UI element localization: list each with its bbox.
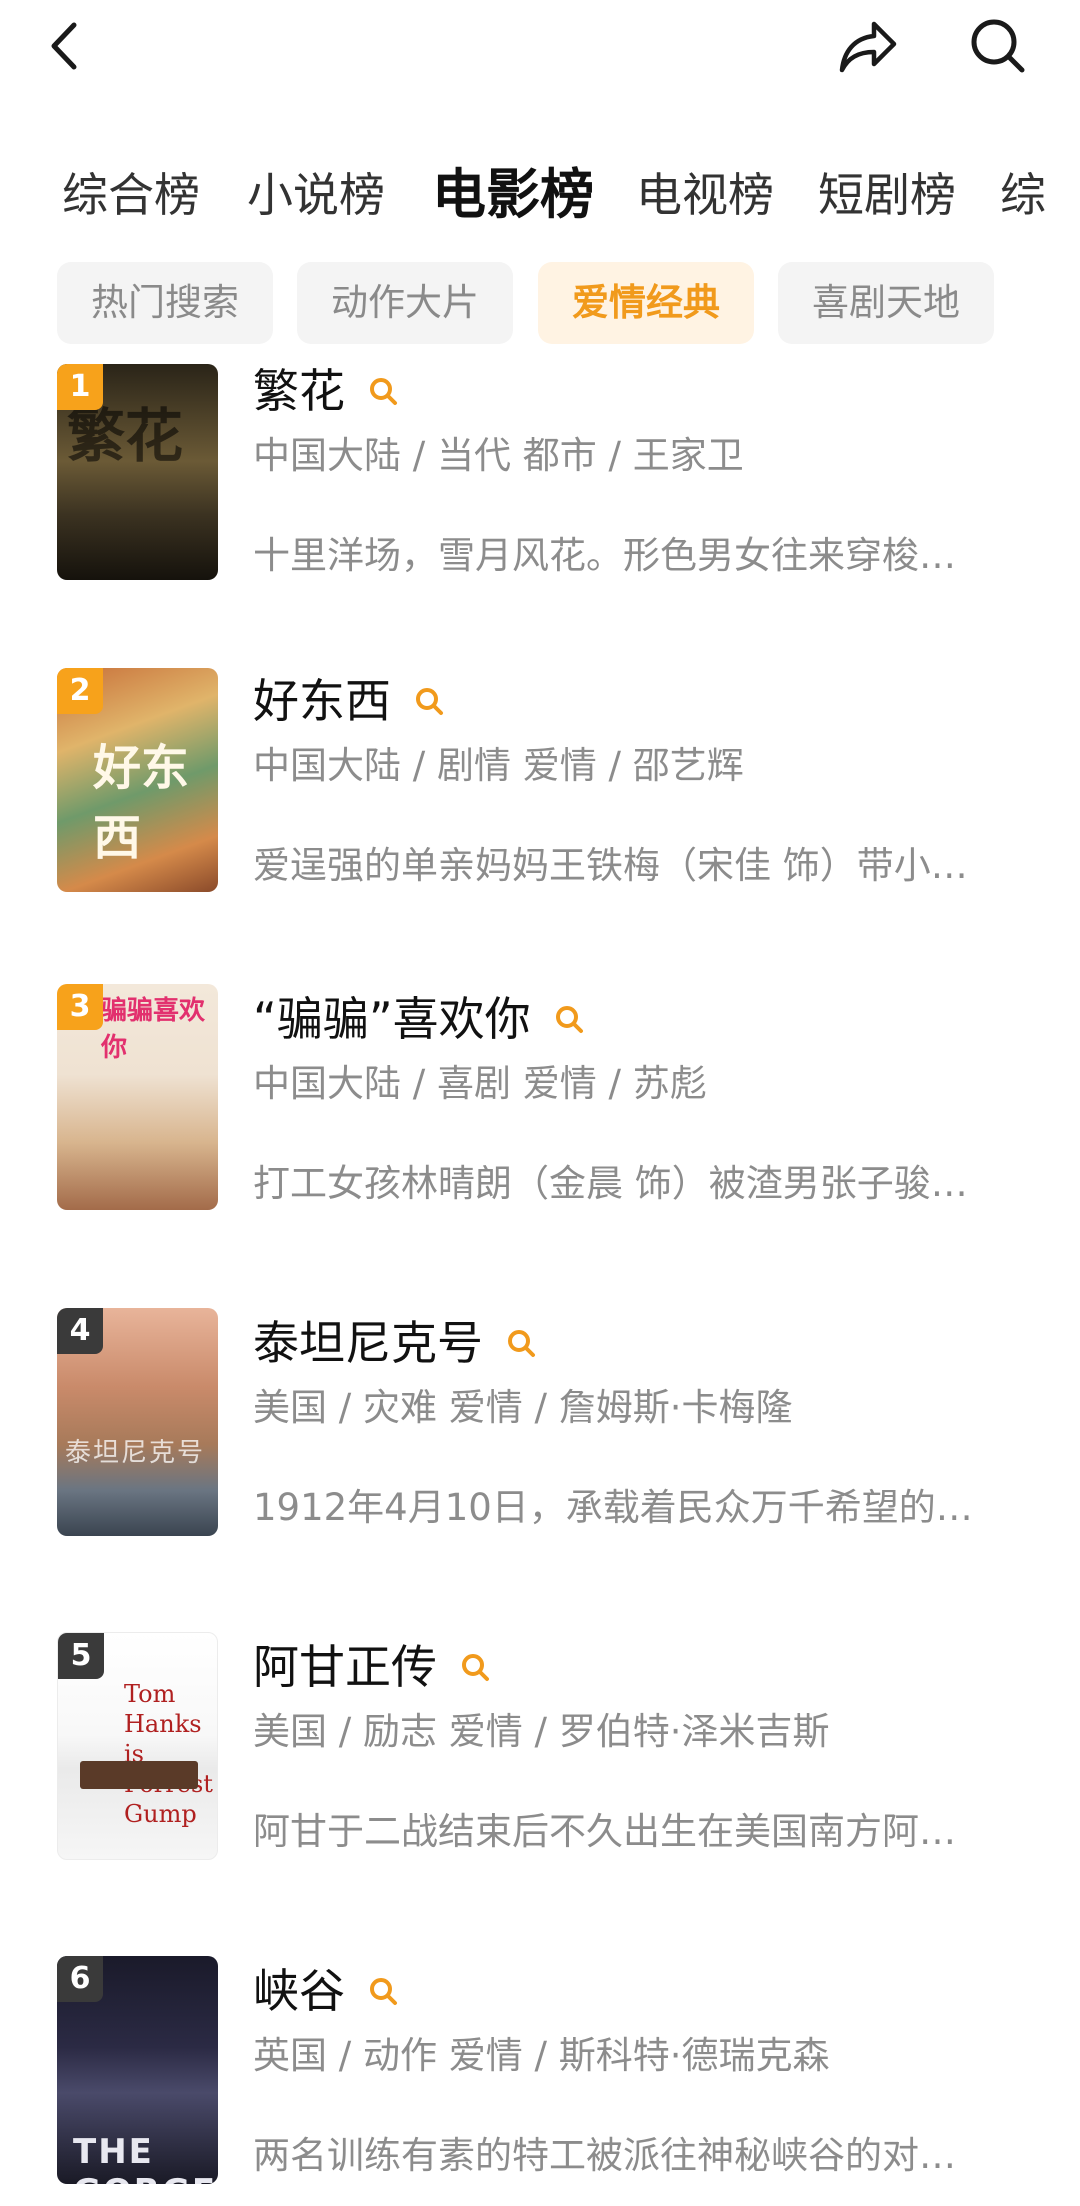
rank-badge: 5 bbox=[58, 1633, 104, 1679]
poster-title-art: 好东西 bbox=[93, 740, 190, 866]
movie-meta: 中国大陆 / 当代 都市 / 王家卫 bbox=[253, 434, 744, 477]
poster-title-art: 泰坦尼克号 bbox=[65, 1438, 206, 1468]
movie-poster: Tom Hanks is Forrest Gump 5 bbox=[57, 1632, 218, 1860]
search-icon[interactable] bbox=[549, 999, 589, 1039]
poster-title-art: 骗骗喜欢你 bbox=[101, 996, 206, 1063]
poster-title-art: Tom Hanks is Forrest Gump bbox=[124, 1680, 213, 1828]
movie-meta: 美国 / 励志 爱情 / 罗伯特·泽米吉斯 bbox=[253, 1710, 830, 1753]
movie-poster: 泰坦尼克号 4 bbox=[57, 1308, 218, 1536]
list-item[interactable]: 泰坦尼克号 4 泰坦尼克号 美国 / 灾难 爱情 / 詹姆斯·卡梅隆 1912年… bbox=[0, 1308, 1080, 1538]
movie-poster: 好东西 2 bbox=[57, 668, 218, 892]
search-icon[interactable] bbox=[455, 1647, 495, 1687]
movie-title: 泰坦尼克号 bbox=[253, 1316, 483, 1370]
movie-description: 爱逞强的单亲妈妈王铁梅（宋佳 饰）带小… bbox=[253, 844, 968, 887]
title-row: 峡谷 bbox=[253, 1956, 403, 2026]
title-row: 泰坦尼克号 bbox=[253, 1308, 541, 1378]
movie-title: 阿甘正传 bbox=[253, 1640, 437, 1694]
title-row: “骗骗”喜欢你 bbox=[253, 984, 589, 1054]
title-row: 繁花 bbox=[253, 356, 403, 426]
list-item[interactable]: Tom Hanks is Forrest Gump 5 阿甘正传 美国 / 励志… bbox=[0, 1632, 1080, 1862]
rank-badge: 3 bbox=[57, 984, 103, 1030]
list-item[interactable]: 繁花 1 繁花 中国大陆 / 当代 都市 / 王家卫 十里洋场，雪月风花。形色男… bbox=[0, 356, 1080, 586]
search-icon[interactable] bbox=[501, 1323, 541, 1363]
movie-meta: 英国 / 动作 爱情 / 斯科特·德瑞克森 bbox=[253, 2034, 830, 2077]
title-row: 好东西 bbox=[253, 666, 449, 736]
rank-badge: 1 bbox=[57, 364, 103, 410]
title-row: 阿甘正传 bbox=[253, 1632, 495, 1702]
movie-description: 打工女孩林晴朗（金晨 饰）被渣男张子骏… bbox=[253, 1162, 968, 1205]
list-item[interactable]: THE GORGE 6 峡谷 英国 / 动作 爱情 / 斯科特·德瑞克森 两名训… bbox=[0, 1956, 1080, 2186]
search-icon[interactable] bbox=[363, 1971, 403, 2011]
rank-badge: 2 bbox=[57, 668, 103, 714]
rank-badge: 4 bbox=[57, 1308, 103, 1354]
movie-title: 峡谷 bbox=[253, 1964, 345, 2018]
rank-badge: 6 bbox=[57, 1956, 103, 2002]
movie-meta: 中国大陆 / 剧情 爱情 / 邵艺辉 bbox=[253, 744, 744, 787]
movie-title: 好东西 bbox=[253, 674, 391, 728]
movie-description: 阿甘于二战结束后不久出生在美国南方阿… bbox=[253, 1810, 956, 1853]
movie-meta: 中国大陆 / 喜剧 爱情 / 苏彪 bbox=[253, 1062, 707, 1105]
list-item[interactable]: 好东西 2 好东西 中国大陆 / 剧情 爱情 / 邵艺辉 爱逞强的单亲妈妈王铁梅… bbox=[0, 666, 1080, 896]
movie-description: 两名训练有素的特工被派往神秘峡谷的对… bbox=[253, 2134, 956, 2177]
movie-poster: 繁花 1 bbox=[57, 364, 218, 580]
ranking-list: 繁花 1 繁花 中国大陆 / 当代 都市 / 王家卫 十里洋场，雪月风花。形色男… bbox=[0, 0, 1080, 2206]
movie-poster: THE GORGE 6 bbox=[57, 1956, 218, 2184]
movie-title: “骗骗”喜欢你 bbox=[253, 992, 531, 1046]
poster-title-art: THE GORGE bbox=[73, 2132, 215, 2184]
search-icon[interactable] bbox=[363, 371, 403, 411]
movie-title: 繁花 bbox=[253, 364, 345, 418]
movie-meta: 美国 / 灾难 爱情 / 詹姆斯·卡梅隆 bbox=[253, 1386, 793, 1429]
movie-poster: 骗骗喜欢你 3 bbox=[57, 984, 218, 1210]
list-item[interactable]: 骗骗喜欢你 3 “骗骗”喜欢你 中国大陆 / 喜剧 爱情 / 苏彪 打工女孩林晴… bbox=[0, 984, 1080, 1214]
movie-description: 十里洋场，雪月风花。形色男女往来穿梭… bbox=[253, 534, 956, 577]
movie-description: 1912年4月10日，承载着民众万千希望的… bbox=[253, 1486, 973, 1529]
bench-graphic bbox=[80, 1761, 198, 1789]
search-icon[interactable] bbox=[409, 681, 449, 721]
